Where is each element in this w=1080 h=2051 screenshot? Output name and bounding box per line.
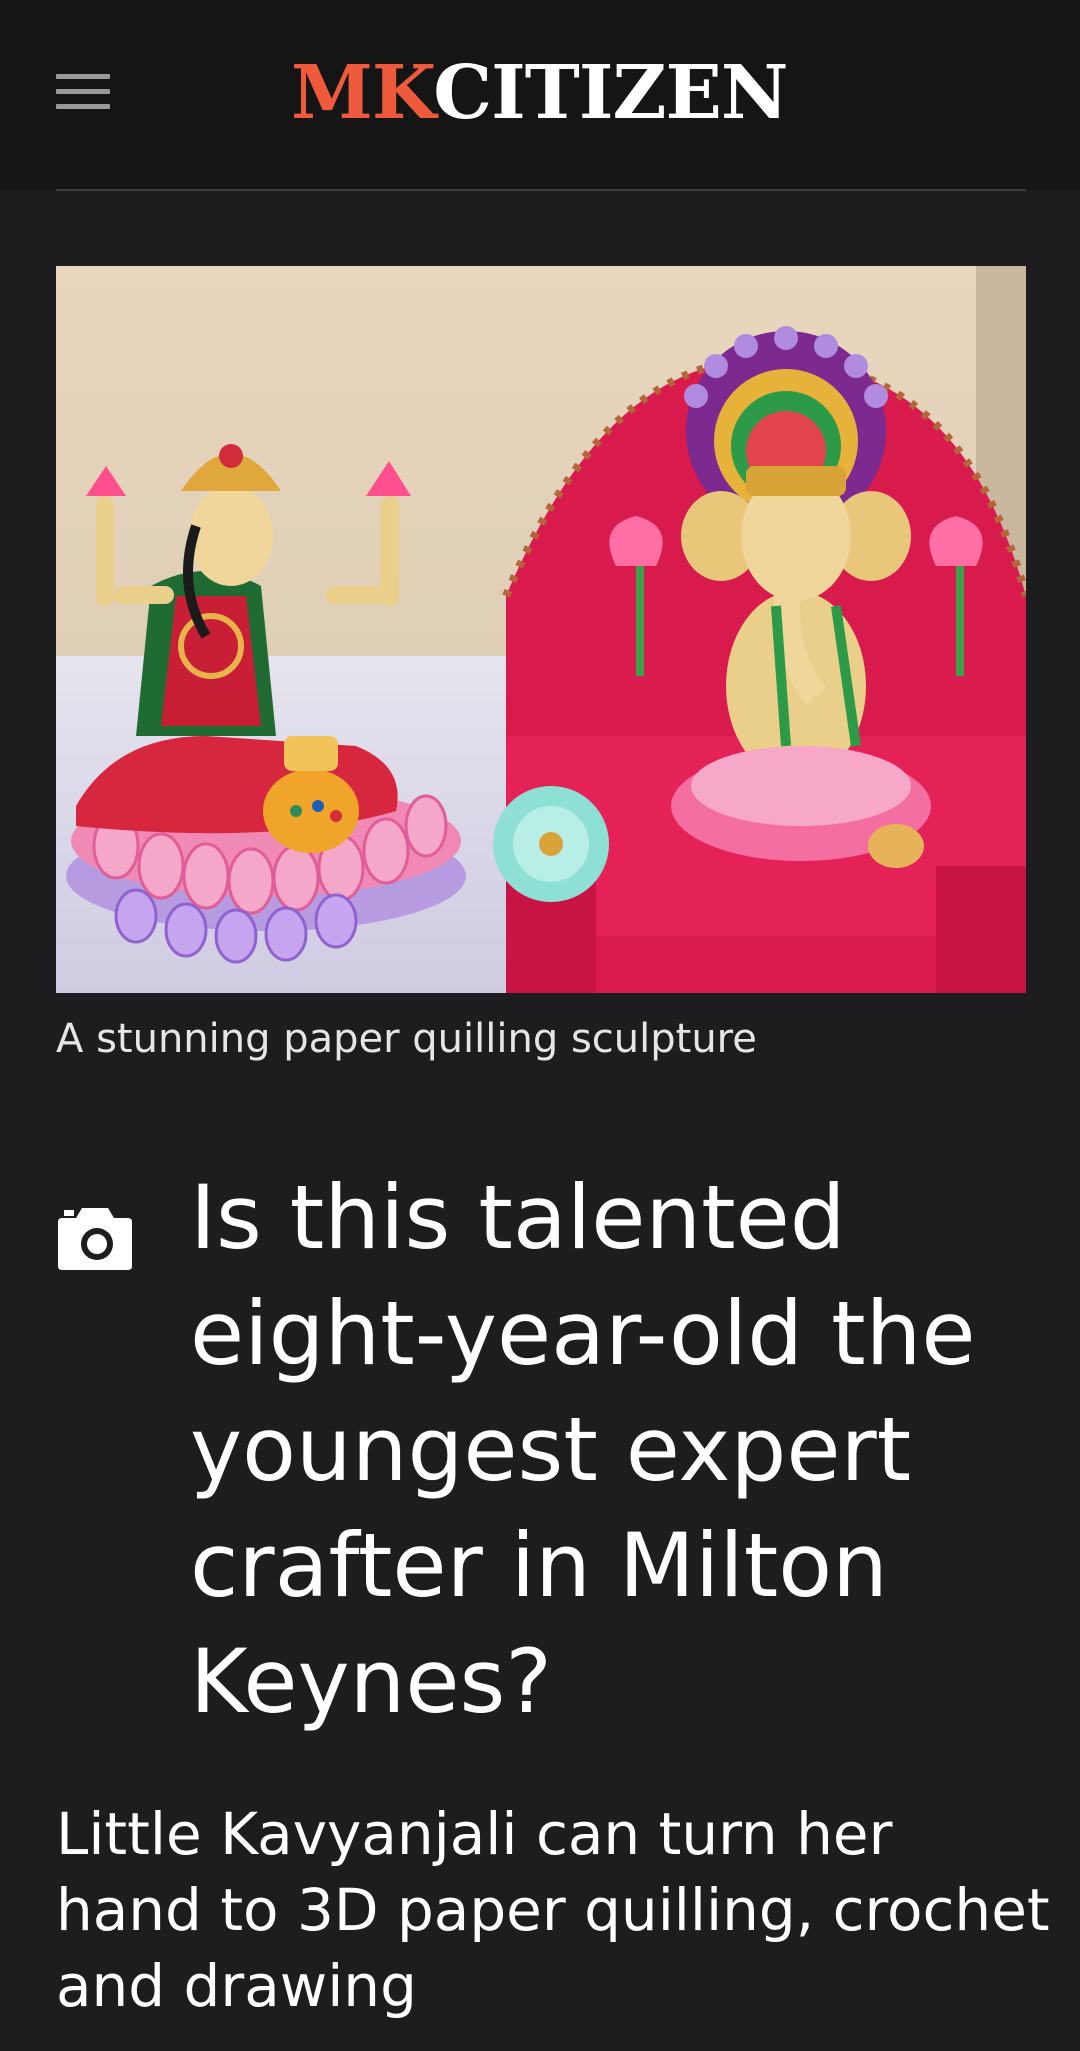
camera-icon xyxy=(58,1208,132,1270)
logo-citizen: CITIZEN xyxy=(433,50,788,136)
quilling-sculpture-photo xyxy=(56,266,1026,993)
image-caption: A stunning paper quilling sculpture xyxy=(56,1016,757,1062)
site-logo[interactable]: MKCITIZEN xyxy=(291,48,789,138)
hamburger-menu-icon xyxy=(56,74,110,79)
logo-mk: MK xyxy=(291,50,434,136)
site-header: MKCITIZEN xyxy=(0,0,1080,190)
menu-button[interactable] xyxy=(56,74,110,110)
header-divider xyxy=(56,189,1026,191)
article-headline: Is this talented eight-year-old the youn… xyxy=(190,1166,976,1733)
hero-image xyxy=(56,266,1026,993)
article-standfirst: Little Kavyanjali can turn her hand to 3… xyxy=(56,1800,1050,2020)
